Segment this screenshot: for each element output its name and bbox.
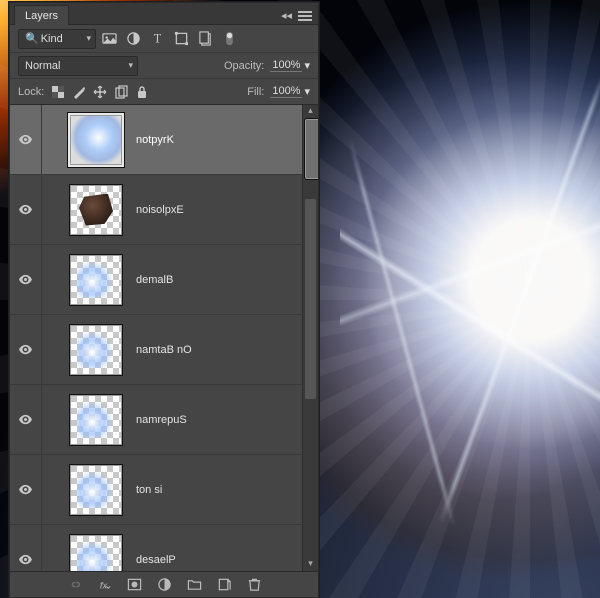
layer-name[interactable]: namtaB nO [136,344,192,356]
scrollbar[interactable]: ▴ ▾ [302,105,318,571]
fill-value: 100% [270,85,302,98]
chevron-down-icon: ▾ [128,60,133,71]
tab-layers[interactable]: Layers [14,5,69,25]
lock-transparent-icon[interactable] [50,84,65,99]
filter-pixel-icon[interactable] [102,31,117,46]
new-group-icon[interactable] [186,577,202,593]
svg-text:fx: fx [99,580,107,590]
filter-kind-label: Kind [41,33,63,45]
layer-name[interactable]: desaelP [136,554,176,566]
fill-field[interactable]: 100% ▾ [270,85,310,98]
layer-row[interactable]: notpyrK [10,105,302,175]
visibility-toggle[interactable] [10,455,42,524]
panel-tabbar: Layers ◂◂ [10,3,318,25]
filter-adjustment-icon[interactable] [126,31,141,46]
layer-filter-bar: 🔍Kind ▾ T [10,25,318,53]
lock-row: Lock: Fill: 100% ▾ [10,79,318,105]
visibility-toggle[interactable] [10,175,42,244]
lock-all-icon[interactable] [134,84,149,99]
lock-artboard-icon[interactable] [113,84,128,99]
layer-row[interactable]: demalB [10,245,302,315]
filter-type-T-icon[interactable]: T [150,31,165,46]
layer-row[interactable]: desaelP [10,525,302,571]
scroll-up-icon[interactable]: ▴ [303,105,318,118]
blend-mode-select[interactable]: Normal ▾ [18,56,138,76]
add-mask-icon[interactable] [126,577,142,593]
new-adjustment-layer-icon[interactable] [156,577,172,593]
layer-name[interactable]: demalB [136,274,173,286]
layer-name[interactable]: notpyrK [136,134,174,146]
visibility-toggle[interactable] [10,315,42,384]
visibility-toggle[interactable] [10,525,42,571]
link-layers-icon[interactable] [66,577,82,593]
canvas-art-overlay [340,60,600,558]
filter-type-icons: T [102,31,237,46]
layer-style-fx-icon[interactable]: fx [96,577,112,593]
svg-text:T: T [154,31,162,45]
filter-kind-select[interactable]: 🔍Kind ▾ [18,29,96,49]
layer-thumbnail[interactable] [70,255,122,305]
layers-footer: fx [10,571,318,597]
layer-thumbnail[interactable] [70,395,122,445]
layer-thumbnail[interactable] [70,185,122,235]
lock-pixels-icon[interactable] [71,84,86,99]
chevron-down-icon: ▾ [304,59,310,72]
layer-row[interactable]: noisolpxE [10,175,302,245]
scroll-thumb[interactable] [305,119,318,179]
layer-name[interactable]: noisolpxE [136,204,184,216]
layer-thumbnail[interactable] [70,325,122,375]
panel-menu-icon[interactable] [298,11,312,21]
lock-position-icon[interactable] [92,84,107,99]
filter-shape-icon[interactable] [174,31,189,46]
layer-thumbnail[interactable] [70,115,122,165]
layer-name[interactable]: ton si [136,484,162,496]
lock-label: Lock: [18,86,44,98]
filter-toggle-switch[interactable] [222,31,237,46]
opacity-label: Opacity: [224,60,264,72]
visibility-toggle[interactable] [10,245,42,314]
layers-panel: Layers ◂◂ 🔍Kind ▾ T Normal ▾ Opacity: 10… [9,2,319,598]
layer-name[interactable]: namrepuS [136,414,187,426]
layer-thumbnail[interactable] [70,535,122,572]
chevron-down-icon: ▾ [86,33,91,44]
blend-row: Normal ▾ Opacity: 100% ▾ [10,53,318,79]
chevron-down-icon: ▾ [304,85,310,98]
opacity-value: 100% [270,59,302,72]
visibility-toggle[interactable] [10,385,42,454]
opacity-field[interactable]: 100% ▾ [270,59,310,72]
new-layer-icon[interactable] [216,577,232,593]
filter-smartobject-icon[interactable] [198,31,213,46]
visibility-toggle[interactable] [10,105,42,174]
blend-mode-value: Normal [25,60,60,72]
layer-row[interactable]: namrepuS [10,385,302,455]
layer-row[interactable]: ton si [10,455,302,525]
search-icon: 🔍 [25,33,39,45]
scroll-down-icon[interactable]: ▾ [303,558,318,571]
collapse-panel-icon[interactable]: ◂◂ [281,9,292,22]
fill-label: Fill: [247,86,264,98]
layer-row[interactable]: namtaB nO [10,315,302,385]
layers-list: notpyrK noisolpxE demalB namtaB nO namrepuS t… [10,105,318,571]
scroll-track-mark [305,199,316,399]
layer-thumbnail[interactable] [70,465,122,515]
delete-layer-icon[interactable] [246,577,262,593]
